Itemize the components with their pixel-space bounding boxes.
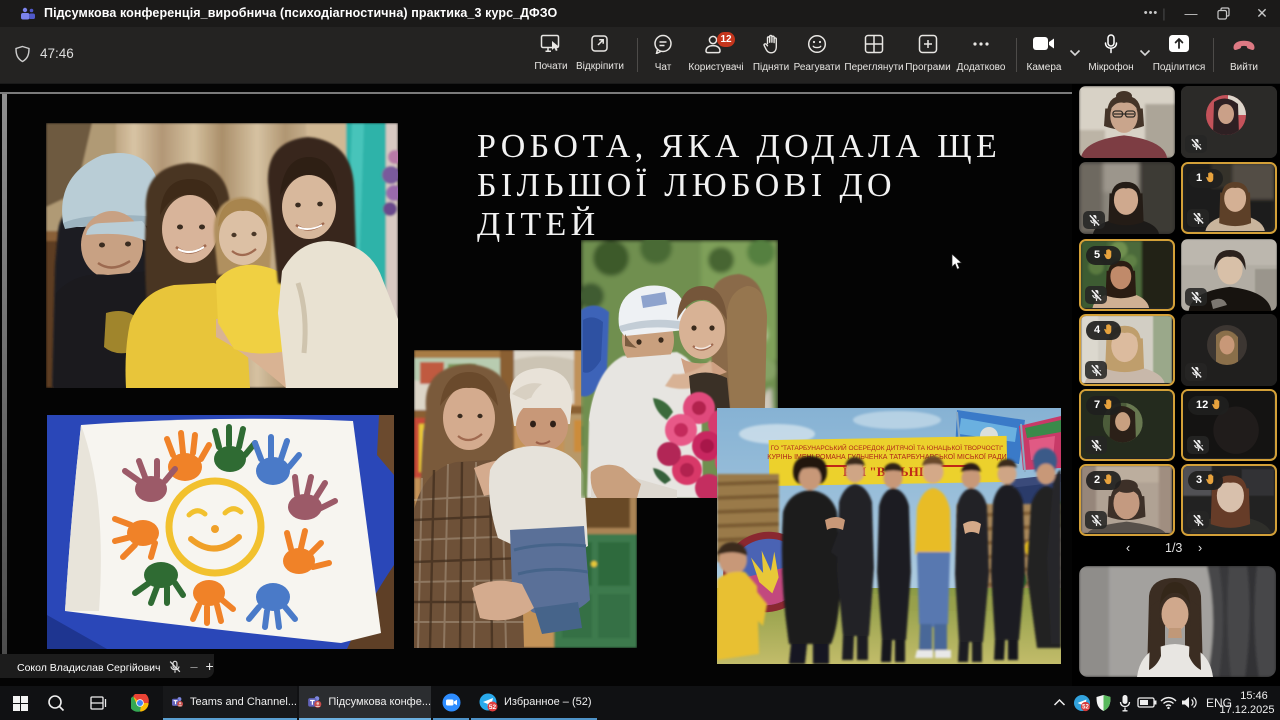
svg-text:52: 52 [489, 703, 497, 710]
svg-text:52: 52 [1082, 705, 1089, 711]
svg-text:ГО "ТАТАРБУНАРСЬКИЙ ОСЕРЕДОК Д: ГО "ТАТАРБУНАРСЬКИЙ ОСЕРЕДОК ДИТЯЧОЇ ТА … [771, 443, 1004, 452]
